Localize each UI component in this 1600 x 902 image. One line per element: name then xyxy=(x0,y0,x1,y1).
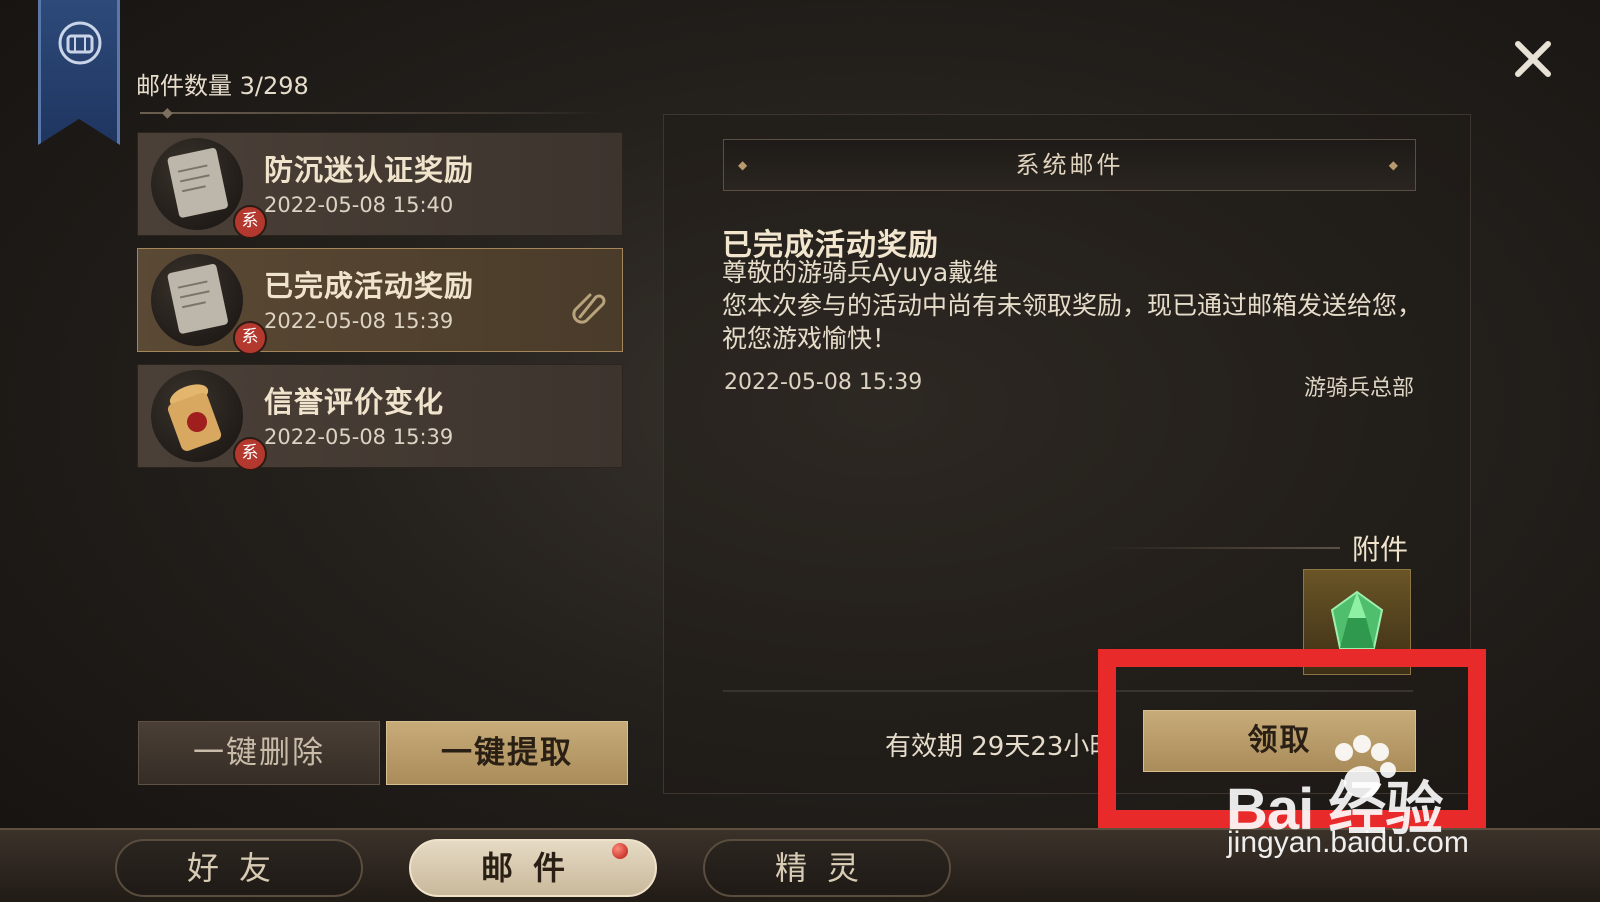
mail-date: 2022-05-08 15:39 xyxy=(264,425,454,449)
notification-dot xyxy=(612,843,628,859)
paw-icon xyxy=(1335,735,1396,798)
header-ornament-icon: ◆ xyxy=(1388,158,1401,172)
mail-list: 系 防沉迷认证奖励 2022-05-08 15:40 系 已完成活动奖励 202… xyxy=(137,132,623,480)
mail-title: 已完成活动奖励 xyxy=(264,269,475,303)
detail-sender: 游骑兵总部 xyxy=(1303,376,1414,401)
mail-list-item[interactable]: 系 防沉迷认证奖励 2022-05-08 15:40 xyxy=(137,132,623,239)
detail-header: ◆ 系统邮件 ◆ xyxy=(723,139,1416,191)
header-ornament-icon: ◆ xyxy=(738,158,751,172)
tab-friends[interactable]: 好友 xyxy=(115,839,363,897)
extract-all-button[interactable]: 一键提取 xyxy=(386,721,628,785)
detail-message: 您本次参与的活动中尚有未领取奖励，现已通过邮箱发送给您，祝您游戏愉快！ xyxy=(722,291,1423,353)
attachment-divider xyxy=(1100,547,1340,549)
detail-body: 尊敬的游骑兵Ayuya戴维 您本次参与的活动中尚有未领取奖励，现已通过邮箱发送给… xyxy=(722,256,1422,355)
scroll-icon: 系 xyxy=(151,138,267,239)
mailbox-emblem-icon xyxy=(58,21,102,65)
paperclip-icon xyxy=(572,293,606,324)
scroll-icon: 系 xyxy=(151,254,267,355)
detail-header-label: 系统邮件 xyxy=(1015,151,1124,179)
close-icon[interactable] xyxy=(1508,34,1558,84)
system-badge: 系 xyxy=(233,437,267,471)
mail-title: 信誉评价变化 xyxy=(264,385,445,419)
mail-date: 2022-05-08 15:39 xyxy=(264,309,454,333)
divider-ornament-icon: ◆ xyxy=(162,105,173,121)
attachment-label: 附件 xyxy=(1352,533,1409,566)
mail-list-item-selected[interactable]: 系 已完成活动奖励 2022-05-08 15:39 xyxy=(137,248,623,355)
mail-date: 2022-05-08 15:40 xyxy=(264,193,454,217)
watermark-url: jingyan.baidu.com xyxy=(1227,826,1469,859)
mail-banner xyxy=(38,0,120,145)
sealed-scroll-icon: 系 xyxy=(151,370,267,471)
system-badge: 系 xyxy=(233,205,267,239)
list-divider: ◆ xyxy=(140,105,605,121)
system-badge: 系 xyxy=(233,321,267,355)
delete-all-button[interactable]: 一键删除 xyxy=(138,721,380,785)
mail-list-item[interactable]: 系 信誉评价变化 2022-05-08 15:39 xyxy=(137,364,623,471)
mail-count-label: 邮件数量 3/298 xyxy=(136,72,309,100)
mail-title: 防沉迷认证奖励 xyxy=(264,153,475,187)
detail-date: 2022-05-08 15:39 xyxy=(724,370,923,395)
tab-spirits[interactable]: 精灵 xyxy=(703,839,951,897)
detail-greeting: 尊敬的游骑兵Ayuya戴维 xyxy=(722,258,999,287)
validity-text: 有效期 29天23小时 xyxy=(885,732,1116,762)
